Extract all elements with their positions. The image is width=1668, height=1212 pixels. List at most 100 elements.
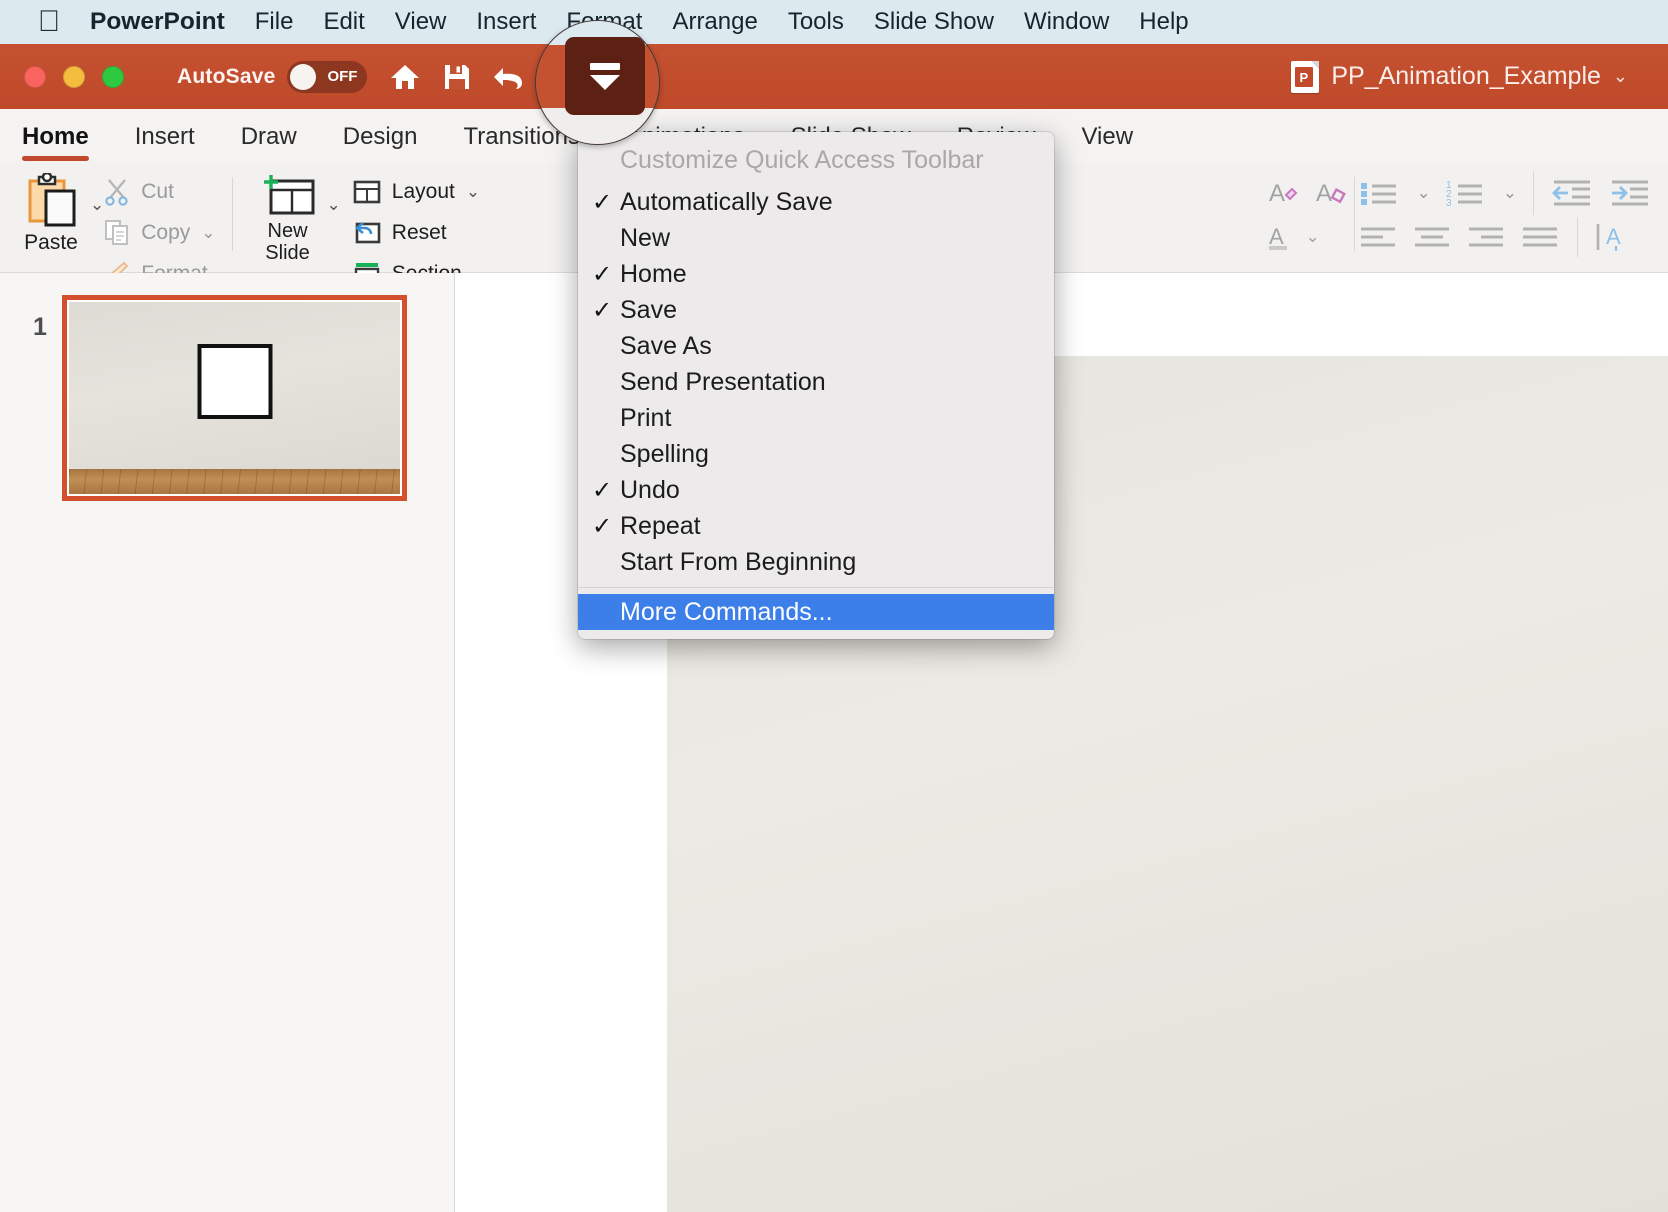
cut-button[interactable]: Cut xyxy=(104,173,215,210)
minimize-button[interactable] xyxy=(63,65,85,88)
ribbon-divider xyxy=(231,177,233,251)
qat-menu-item-undo[interactable]: ✓ Undo xyxy=(578,472,1054,508)
qat-menu-item-label: Undo xyxy=(620,475,680,504)
align-center-icon[interactable] xyxy=(1413,224,1453,250)
font-tools-row-2: A ⌄ xyxy=(1266,217,1350,257)
macmenu-item-tools[interactable]: Tools xyxy=(788,8,844,36)
new-slide-chevron-icon[interactable]: ⌄ xyxy=(327,163,341,215)
qat-menu-item-automatically-save[interactable]: ✓ Automatically Save xyxy=(578,184,1054,220)
macmenu-item-arrange[interactable]: Arrange xyxy=(672,8,757,36)
qat-menu-item-save-as[interactable]: Save As xyxy=(578,328,1054,364)
check-icon: ✓ xyxy=(592,260,613,288)
home-icon[interactable] xyxy=(389,62,421,92)
qat-menu-item-more-commands[interactable]: More Commands... xyxy=(578,594,1054,630)
undo-icon[interactable] xyxy=(493,62,527,92)
macmenu-item-slide-show[interactable]: Slide Show xyxy=(874,8,994,36)
svg-text:3: 3 xyxy=(1446,198,1452,208)
autosave-toggle[interactable]: OFF xyxy=(287,60,368,93)
copy-button[interactable]: Copy ⌄ xyxy=(104,214,216,251)
numbered-list-chevron-icon[interactable]: ⌄ xyxy=(1503,183,1517,203)
decrease-indent-icon[interactable] xyxy=(1550,178,1594,208)
callout-bar xyxy=(590,62,620,70)
qat-menu-title: Customize Quick Access Toolbar xyxy=(620,146,984,174)
reset-label: Reset xyxy=(391,220,447,244)
slide-thumbnail-pane[interactable]: 1 xyxy=(0,273,455,1212)
qat-menu-item-print[interactable]: Print xyxy=(578,400,1054,436)
autosave-toggle-knob xyxy=(290,63,317,90)
macmenu-item-edit[interactable]: Edit xyxy=(323,8,364,36)
macmenu-item-view[interactable]: View xyxy=(395,8,447,36)
font-color-icon[interactable]: A xyxy=(1266,222,1292,252)
slide-thumbnail-1[interactable] xyxy=(62,295,407,501)
new-slide-button[interactable]: New Slide xyxy=(249,163,327,264)
document-title-chevron-icon[interactable]: ⌄ xyxy=(1613,66,1628,87)
callout-qat-button[interactable] xyxy=(565,37,645,115)
maximize-button[interactable] xyxy=(102,65,124,88)
paste-chevron-icon[interactable]: ⌄ xyxy=(90,163,104,215)
autosave-control[interactable]: AutoSave OFF xyxy=(177,60,368,93)
macmenu-item-help[interactable]: Help xyxy=(1139,8,1188,36)
macmenu-item-powerpoint[interactable]: PowerPoint xyxy=(90,8,225,36)
qat-menu-item-send-presentation[interactable]: Send Presentation xyxy=(578,364,1054,400)
customize-quick-access-toolbar-menu[interactable]: Customize Quick Access Toolbar ✓ Automat… xyxy=(578,132,1054,639)
svg-text:A: A xyxy=(1269,224,1284,249)
increase-indent-icon[interactable] xyxy=(1608,178,1652,208)
layout-chevron-icon[interactable]: ⌄ xyxy=(466,182,480,202)
qat-menu-item-spelling[interactable]: Spelling xyxy=(578,436,1054,472)
qat-menu-item-repeat[interactable]: ✓ Repeat xyxy=(578,508,1054,544)
qat-menu-item-label: Send Presentation xyxy=(620,367,826,396)
tab-draw[interactable]: Draw xyxy=(241,123,297,163)
scissors-icon xyxy=(104,178,130,206)
numbered-list-icon[interactable]: 123 xyxy=(1445,178,1489,208)
paste-label: Paste xyxy=(24,231,78,254)
layout-icon xyxy=(353,179,381,205)
ribbon-divider-2 xyxy=(1353,177,1355,251)
align-right-icon[interactable] xyxy=(1467,224,1507,250)
save-icon[interactable] xyxy=(443,63,471,91)
macmenu-item-file[interactable]: File xyxy=(255,8,294,36)
apple-menu-icon[interactable]:  xyxy=(36,7,62,37)
window-title-bar: AutoSave OFF ⌄ xyxy=(0,44,1668,109)
autosave-state-label: OFF xyxy=(327,68,358,85)
qat-menu-item-home[interactable]: ✓ Home xyxy=(578,256,1054,292)
callout-triangle xyxy=(590,74,620,90)
reset-icon xyxy=(353,220,381,246)
qat-menu-item-save[interactable]: ✓ Save xyxy=(578,292,1054,328)
qat-menu-item-label: Print xyxy=(620,403,672,432)
layout-button[interactable]: Layout ⌄ xyxy=(353,173,487,210)
macmenu-item-insert[interactable]: Insert xyxy=(476,8,536,36)
align-left-icon[interactable] xyxy=(1359,224,1399,250)
justify-icon[interactable] xyxy=(1521,224,1561,250)
tab-design[interactable]: Design xyxy=(343,123,418,163)
qat-menu-item-start-from-beginning[interactable]: Start From Beginning xyxy=(578,544,1054,580)
close-button[interactable] xyxy=(24,65,46,88)
powerpoint-file-icon: P xyxy=(1291,60,1320,93)
ribbon-right-tools: A A A ⌄ ⌄ 1 2 3 ⌄ A xyxy=(1266,163,1668,273)
tab-home[interactable]: Home xyxy=(22,123,89,163)
text-direction-icon[interactable]: A xyxy=(1594,222,1628,252)
paste-button[interactable]: Paste xyxy=(12,163,90,255)
paragraph-tools: ⌄ 123 ⌄ A xyxy=(1359,163,1653,257)
tab-insert[interactable]: Insert xyxy=(135,123,195,163)
document-title: PP_Animation_Example xyxy=(1331,62,1601,90)
copy-chevron-icon[interactable]: ⌄ xyxy=(201,223,215,243)
qat-menu-item-new[interactable]: New xyxy=(578,220,1054,256)
check-icon: ✓ xyxy=(592,188,613,216)
ribbon-divider-4 xyxy=(1576,217,1578,257)
qat-menu-item-label: Home xyxy=(620,259,687,288)
font-color-chevron-icon[interactable]: ⌄ xyxy=(1306,227,1320,247)
tab-view[interactable]: View xyxy=(1081,123,1133,163)
bullet-list-icon[interactable] xyxy=(1359,178,1403,208)
layout-label: Layout xyxy=(391,179,455,203)
qat-menu-item-label: Repeat xyxy=(620,511,701,540)
powerpoint-window: AutoSave OFF ⌄ xyxy=(0,44,1668,1212)
ribbon-group-slides: New Slide ⌄ Layout ⌄ Reset xyxy=(237,163,500,285)
font-extra-tools: A A A ⌄ xyxy=(1266,163,1350,257)
check-icon: ✓ xyxy=(592,476,613,504)
macmenu-item-window[interactable]: Window xyxy=(1024,8,1109,36)
text-highlight-icon[interactable]: A xyxy=(1266,177,1300,209)
bullet-list-chevron-icon[interactable]: ⌄ xyxy=(1417,183,1431,203)
autosave-label: AutoSave xyxy=(177,64,276,88)
reset-button[interactable]: Reset xyxy=(353,214,487,251)
clear-formatting-icon[interactable]: A xyxy=(1314,177,1350,209)
